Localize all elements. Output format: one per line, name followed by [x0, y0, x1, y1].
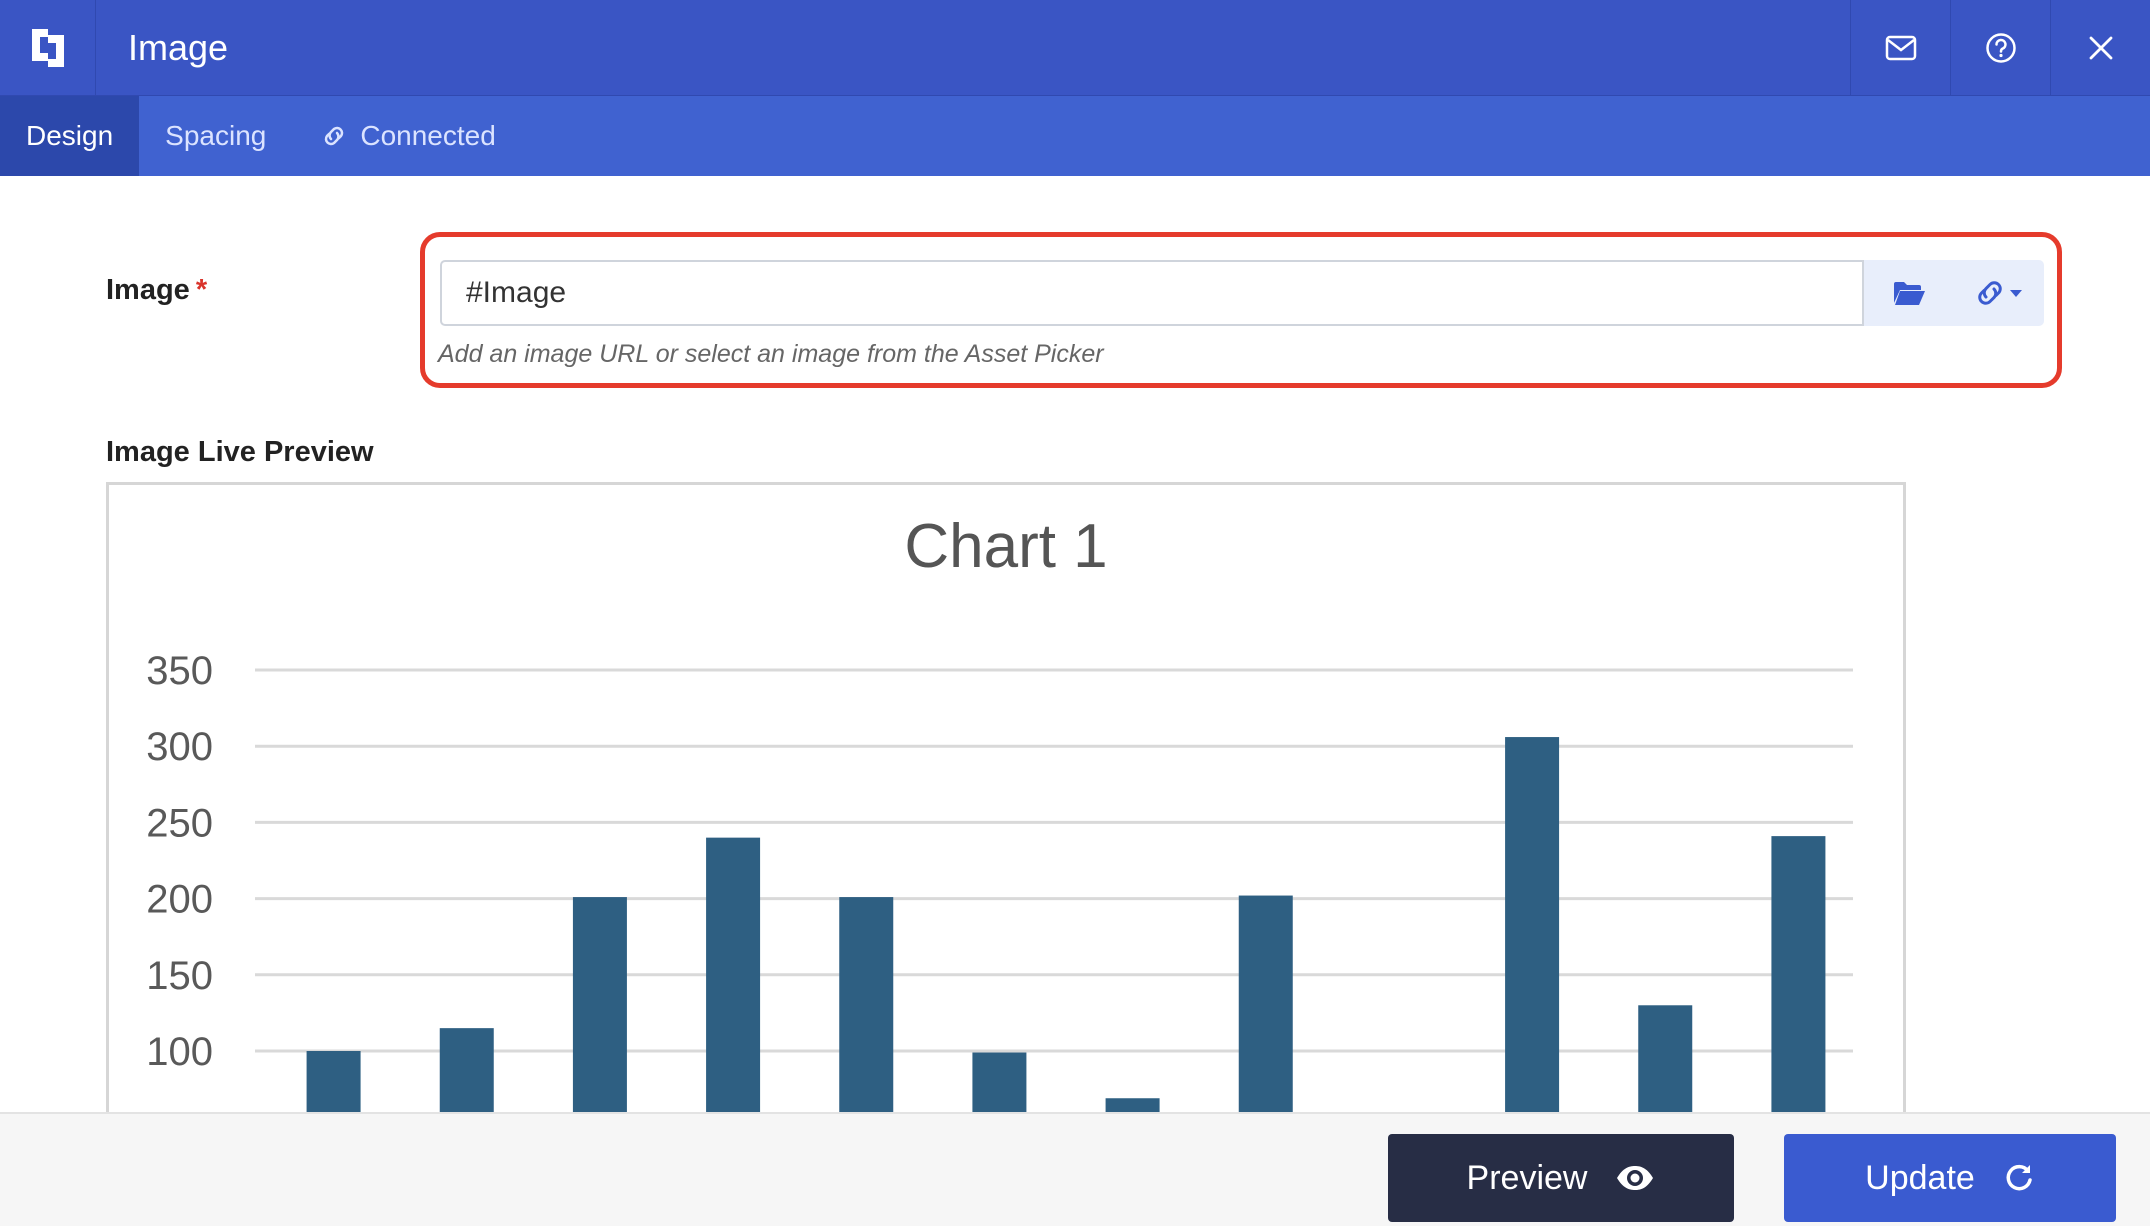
dialog-header: Image [0, 0, 2150, 96]
chart-grid [255, 668, 1853, 1053]
envelope-icon [1885, 35, 1916, 60]
question-circle-icon [1985, 32, 2016, 63]
chart-bar [572, 897, 627, 1122]
email-button[interactable] [1850, 0, 1950, 96]
y-axis-ticks: 350 300 250 200 150 100 [146, 649, 213, 1074]
app-logo-icon [0, 0, 96, 96]
chart-bar [706, 837, 761, 1122]
tab-spacing[interactable]: Spacing [139, 96, 292, 176]
image-input-group [440, 260, 2044, 326]
preview-section-label: Image Live Preview [106, 436, 374, 468]
required-marker: * [195, 274, 208, 306]
y-tick-label: 250 [146, 801, 213, 845]
tab-design[interactable]: Design [0, 96, 140, 176]
close-icon [2089, 36, 2112, 59]
image-help-text: Add an image URL or select an image from… [438, 340, 1104, 368]
tab-connected[interactable]: Connected [292, 96, 521, 176]
image-url-input[interactable] [440, 260, 1864, 326]
dialog-title: Image [128, 26, 229, 68]
chart-bar [439, 1028, 494, 1122]
tab-bar: Design Spacing Connected [0, 96, 2150, 176]
eye-icon [1617, 1166, 1654, 1190]
y-tick-label: 100 [146, 1030, 213, 1074]
refresh-icon [2006, 1164, 2032, 1191]
chart-bar [1771, 836, 1826, 1122]
dialog-footer: Preview Update [0, 1112, 2150, 1226]
image-live-preview: Chart 1 350 300 250 200 150 100 [106, 482, 1906, 1122]
y-tick-label: 150 [146, 954, 213, 998]
chart-bar [839, 897, 894, 1122]
chart-bar [1638, 1005, 1693, 1122]
update-button[interactable]: Update [1784, 1134, 2116, 1222]
image-field-label: Image * [106, 274, 208, 306]
chart-bar [1505, 737, 1560, 1122]
bar-chart: Chart 1 350 300 250 200 150 100 [146, 512, 1853, 1122]
link-dropdown-icon [1978, 281, 2022, 305]
folder-open-icon [1894, 282, 1925, 305]
preview-button[interactable]: Preview [1388, 1134, 1734, 1222]
chart-bar [1238, 895, 1293, 1122]
y-tick-label: 300 [146, 725, 213, 769]
close-button[interactable] [2050, 0, 2150, 96]
help-button[interactable] [1950, 0, 2050, 96]
y-tick-label: 350 [146, 649, 213, 693]
link-icon [325, 126, 344, 146]
chart-bars [306, 737, 1826, 1122]
link-dropdown-button[interactable] [1954, 260, 2044, 326]
asset-picker-button[interactable] [1864, 260, 1954, 326]
y-tick-label: 200 [146, 878, 213, 922]
chart-title: Chart 1 [904, 512, 1107, 581]
